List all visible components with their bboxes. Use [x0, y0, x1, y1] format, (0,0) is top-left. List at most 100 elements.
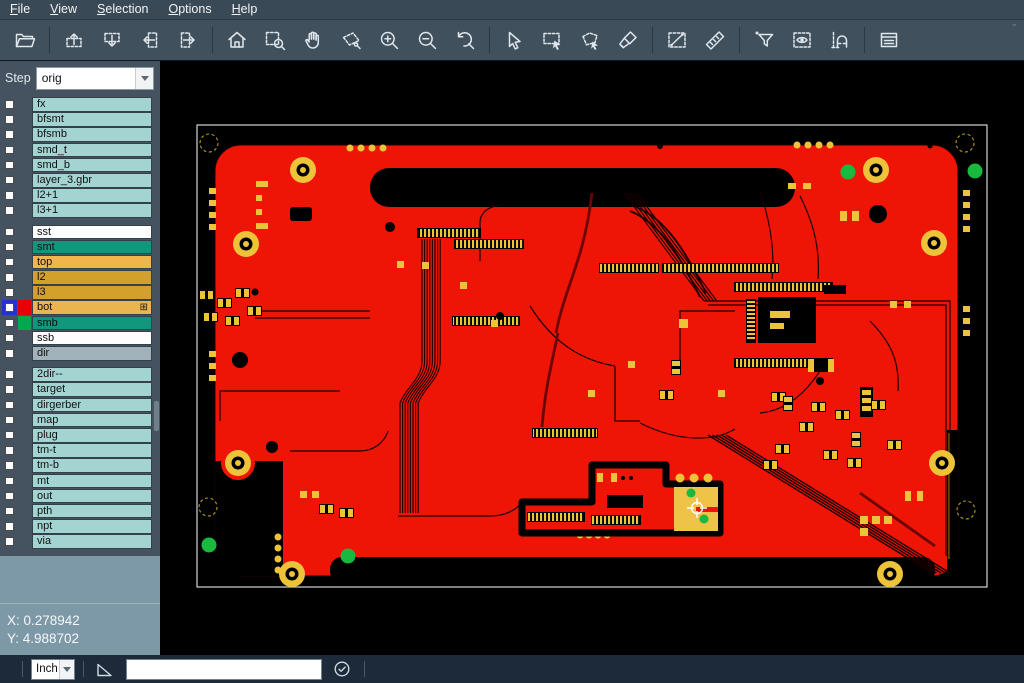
layer-name-label[interactable]: pth — [32, 504, 152, 519]
layer-visibility-checkbox[interactable] — [2, 240, 17, 255]
menu-options[interactable]: Options — [158, 0, 221, 20]
layer-name-label[interactable]: l3 — [32, 285, 152, 300]
move-down-button[interactable] — [97, 25, 127, 55]
layer-row-2dir--[interactable]: 2dir-- — [0, 367, 152, 382]
layer-name-label[interactable]: sst — [32, 225, 152, 240]
move-right-button[interactable] — [173, 25, 203, 55]
layer-name-label[interactable]: plug — [32, 428, 152, 443]
layer-visibility-checkbox[interactable] — [2, 300, 17, 315]
layer-row-smd_b[interactable]: smd_b — [0, 158, 152, 173]
measure-distance-button[interactable] — [662, 25, 692, 55]
layer-name-label[interactable]: l2+1 — [32, 188, 152, 203]
layer-visibility-checkbox[interactable] — [2, 428, 17, 443]
layer-name-label[interactable]: smb — [32, 316, 152, 331]
layer-visibility-checkbox[interactable] — [2, 443, 17, 458]
layer-name-label[interactable]: 2dir-- — [32, 367, 152, 382]
layer-visibility-checkbox[interactable] — [2, 285, 17, 300]
layer-visibility-checkbox[interactable] — [2, 316, 17, 331]
layer-name-label[interactable]: dir — [32, 346, 152, 361]
layer-name-label[interactable]: smd_b — [32, 158, 152, 173]
select-polygon-button[interactable] — [575, 25, 605, 55]
layer-name-label[interactable]: target — [32, 382, 152, 397]
layer-name-label[interactable]: map — [32, 413, 152, 428]
open-file-button[interactable] — [10, 25, 40, 55]
layer-row-bfsmb[interactable]: bfsmb — [0, 127, 152, 142]
angle-measure-icon[interactable] — [94, 658, 116, 680]
layer-visibility-checkbox[interactable] — [2, 346, 17, 361]
layer-visibility-checkbox[interactable] — [2, 158, 17, 173]
layer-row-l3+1[interactable]: l3+1 — [0, 203, 152, 218]
layer-visibility-checkbox[interactable] — [2, 413, 17, 428]
layer-row-out[interactable]: out — [0, 489, 152, 504]
measure-ruler-button[interactable] — [700, 25, 730, 55]
layer-row-mt[interactable]: mt — [0, 474, 152, 489]
layer-name-label[interactable]: mt — [32, 474, 152, 489]
zoom-previous-button[interactable] — [450, 25, 480, 55]
layer-visibility-checkbox[interactable] — [2, 173, 17, 188]
layer-visibility-checkbox[interactable] — [2, 504, 17, 519]
layer-visibility-checkbox[interactable] — [2, 203, 17, 218]
layer-visibility-checkbox[interactable] — [2, 270, 17, 285]
layer-row-plug[interactable]: plug — [0, 428, 152, 443]
view-options-button[interactable] — [787, 25, 817, 55]
layer-row-smt[interactable]: smt — [0, 240, 152, 255]
zoom-window-button[interactable] — [260, 25, 290, 55]
layer-row-layer_3.gbr[interactable]: layer_3.gbr — [0, 173, 152, 188]
layer-name-label[interactable]: out — [32, 489, 152, 504]
layer-name-label[interactable]: bfsmt — [32, 112, 152, 127]
menu-selection[interactable]: Selection — [87, 0, 158, 20]
layer-row-fx[interactable]: fx — [0, 97, 152, 112]
move-left-button[interactable] — [135, 25, 165, 55]
layer-visibility-checkbox[interactable] — [2, 331, 17, 346]
filter-button[interactable] — [749, 25, 779, 55]
layer-row-l3[interactable]: l3 — [0, 285, 152, 300]
layer-name-label[interactable]: l3+1 — [32, 203, 152, 218]
refresh-icon[interactable] — [332, 659, 352, 679]
zoom-in-button[interactable] — [374, 25, 404, 55]
layer-row-l2[interactable]: l2 — [0, 270, 152, 285]
layer-row-l2+1[interactable]: l2+1 — [0, 188, 152, 203]
layer-name-label[interactable]: smt — [32, 240, 152, 255]
zoom-home-button[interactable] — [222, 25, 252, 55]
layer-name-label[interactable]: l2 — [32, 270, 152, 285]
layer-visibility-checkbox[interactable] — [2, 382, 17, 397]
unit-select-dropdown-button[interactable] — [59, 660, 74, 679]
menu-file[interactable]: File — [0, 0, 40, 20]
layer-list-scrollbar[interactable] — [154, 401, 159, 431]
layer-name-label[interactable]: smd_t — [32, 143, 152, 158]
layer-visibility-checkbox[interactable] — [2, 97, 17, 112]
layer-row-via[interactable]: via — [0, 534, 152, 549]
zoom-out-button[interactable] — [412, 25, 442, 55]
layer-row-sst[interactable]: sst — [0, 225, 152, 240]
unit-select[interactable]: Inch — [31, 659, 75, 680]
layer-visibility-checkbox[interactable] — [2, 127, 17, 142]
main-canvas[interactable] — [160, 61, 1024, 655]
toolbar-overflow-chevron[interactable]: ⌄ — [1010, 18, 1018, 29]
layer-row-dir[interactable]: dir — [0, 346, 152, 361]
pan-button[interactable] — [298, 25, 328, 55]
layer-row-map[interactable]: map — [0, 413, 152, 428]
layer-name-label[interactable]: bot⊞ — [32, 300, 152, 315]
menu-view[interactable]: View — [40, 0, 87, 20]
layer-visibility-checkbox[interactable] — [2, 225, 17, 240]
layer-name-label[interactable]: layer_3.gbr — [32, 173, 152, 188]
command-input[interactable] — [126, 659, 322, 680]
layer-name-label[interactable]: via — [32, 534, 152, 549]
layer-visibility-checkbox[interactable] — [2, 474, 17, 489]
layer-visibility-checkbox[interactable] — [2, 398, 17, 413]
menu-help[interactable]: Help — [222, 0, 268, 20]
layer-visibility-checkbox[interactable] — [2, 112, 17, 127]
layer-name-label[interactable]: tm-t — [32, 443, 152, 458]
step-select[interactable]: orig — [36, 67, 154, 90]
select-rectangle-button[interactable] — [537, 25, 567, 55]
layer-row-tm-b[interactable]: tm-b — [0, 458, 152, 473]
layer-name-label[interactable]: ssb — [32, 331, 152, 346]
layer-row-target[interactable]: target — [0, 382, 152, 397]
layer-row-bfsmt[interactable]: bfsmt — [0, 112, 152, 127]
layer-visibility-checkbox[interactable] — [2, 519, 17, 534]
layer-row-dirgerber[interactable]: dirgerber — [0, 398, 152, 413]
move-up-button[interactable] — [59, 25, 89, 55]
layer-name-label[interactable]: fx — [32, 97, 152, 112]
layer-visibility-checkbox[interactable] — [2, 255, 17, 270]
layer-row-pth[interactable]: pth — [0, 504, 152, 519]
